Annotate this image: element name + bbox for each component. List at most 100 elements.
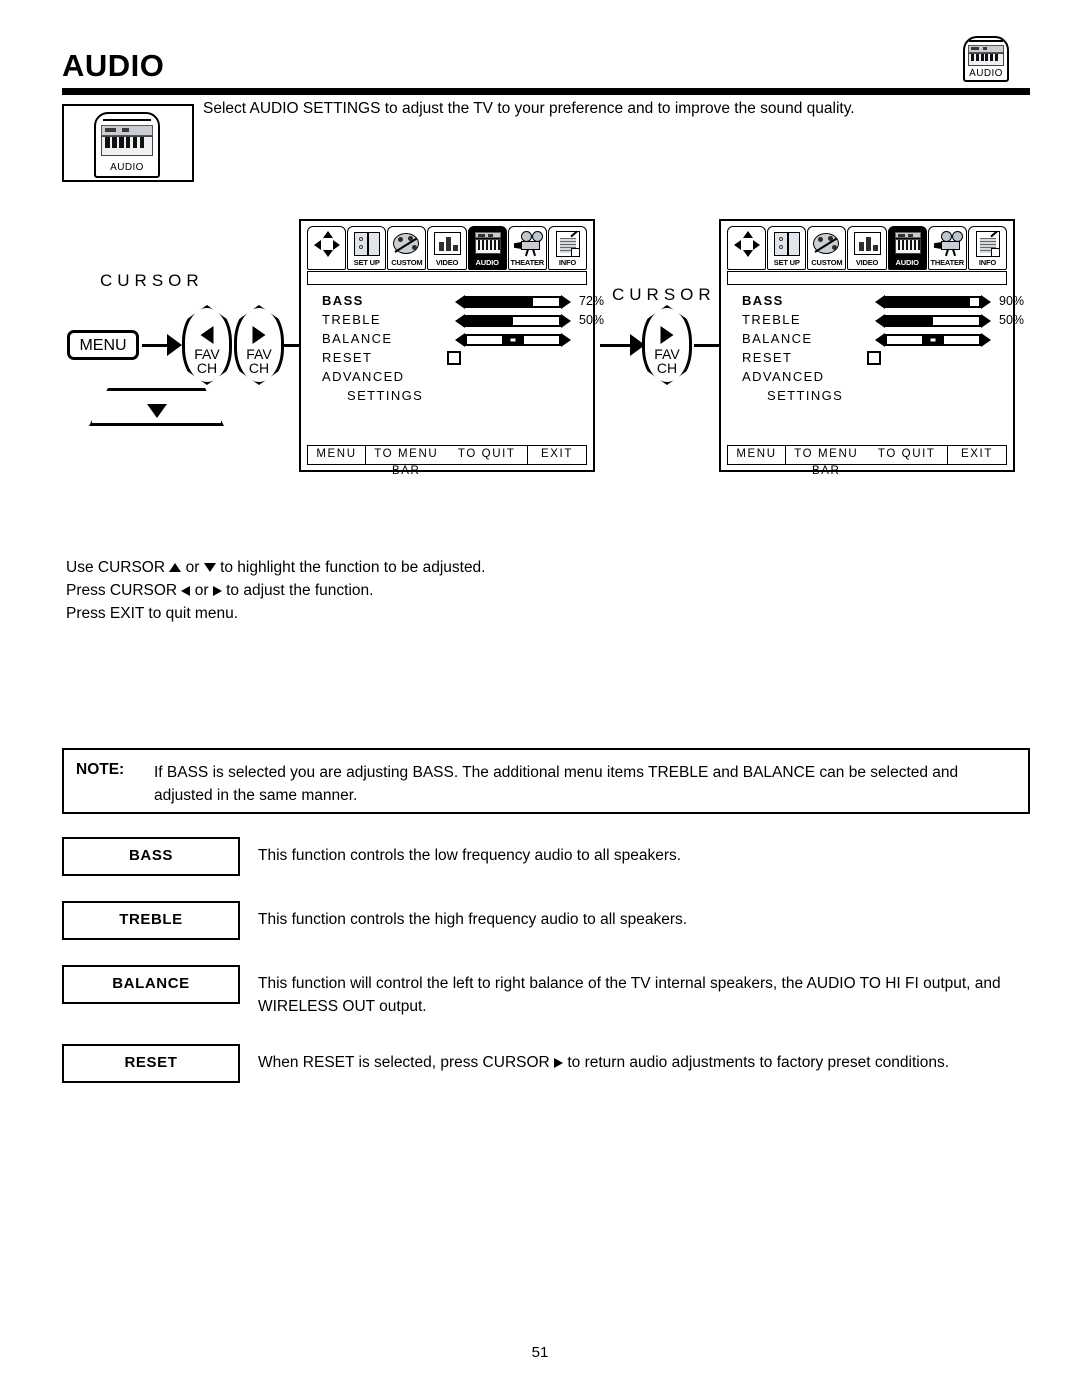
page-number: 51 [531, 1344, 549, 1361]
tab-setup[interactable]: SET UP [767, 226, 807, 270]
tab-audio[interactable]: AUDIO [887, 226, 927, 270]
cursor-right-icon [554, 1057, 564, 1068]
instructions-block: Use CURSOR or to highlight the function … [66, 556, 486, 625]
reset-checkbox[interactable] [447, 351, 461, 365]
audio-icon-keys [101, 135, 153, 156]
row-label: TREBLE [322, 312, 381, 327]
cursor-down-icon [146, 404, 167, 418]
instruction-line-1: Use CURSOR or to highlight the function … [66, 559, 486, 576]
osd-row-balance[interactable]: BALANCE [727, 331, 1007, 350]
footer-menu[interactable]: MENU [308, 446, 366, 464]
tab-theater[interactable]: THEATER [507, 226, 547, 270]
slider-track [885, 296, 981, 308]
cursor-right-icon [212, 585, 222, 596]
footer-menu[interactable]: MENU [728, 446, 786, 464]
osd-row-bass[interactable]: BASS 72% [307, 293, 604, 312]
osd-row-reset[interactable]: RESET [307, 350, 587, 369]
tab-label: THEATER [510, 258, 545, 267]
instruction-line-2: Press CURSOR or to adjust the function. [66, 582, 374, 599]
audio-icon-keys [968, 52, 1004, 67]
definition-key: BALANCE [62, 965, 240, 1004]
audio-icon-screen [968, 45, 1004, 53]
definition-description: When RESET is selected, press CURSOR to … [258, 1054, 950, 1071]
cursor-left-button[interactable]: FAV CH [182, 305, 232, 385]
info-document-icon [969, 229, 1006, 258]
slider-left-arrow-icon [455, 314, 465, 328]
audio-icon-topbar [969, 40, 1003, 43]
tab-video[interactable]: VIDEO [427, 226, 467, 270]
treble-value: 50% [579, 313, 605, 327]
definition-description: This function will control the left to r… [258, 975, 1001, 1015]
cursor-right-icon [660, 326, 674, 344]
osd-row-treble[interactable]: TREBLE 50% [727, 312, 1024, 331]
tab-info[interactable]: INFO [547, 226, 587, 270]
footer-exit[interactable]: EXIT [528, 446, 586, 464]
note-text: If BASS is selected you are adjusting BA… [154, 764, 959, 804]
intro-audio-icon-box: AUDIO [62, 104, 194, 182]
footer-to-quit: TO QUIT [457, 448, 516, 460]
cursor-right-button[interactable]: FAV CH [234, 305, 284, 385]
balance-slider[interactable] [455, 333, 571, 347]
tab-theater[interactable]: THEATER [927, 226, 967, 270]
cursor-right-step-diagram: FAV CH [600, 268, 737, 428]
setup-icon [348, 229, 385, 258]
corner-audio-icon: AUDIO [955, 36, 1017, 82]
balance-center-marker [921, 336, 945, 344]
osd-footer-right: MENU TO MENU BAR TO QUIT EXIT [727, 445, 1007, 477]
tab-label: AUDIO [895, 258, 919, 267]
osd-menu-bar: SET UP CUSTOM VIDEO AUDIO THEATER INFO [307, 226, 587, 270]
tab-label: INFO [558, 258, 576, 267]
tab-custom[interactable]: CUSTOM [387, 226, 427, 270]
tab-label: THEATER [930, 258, 965, 267]
audio-keyboard-icon [469, 229, 506, 258]
tab-cursor-pad[interactable] [307, 226, 347, 270]
osd-row-bass[interactable]: BASS 90% [727, 293, 1024, 312]
balance-slider[interactable] [875, 333, 991, 347]
treble-slider[interactable] [455, 314, 571, 328]
slider-track [465, 315, 561, 327]
definition-description: This function controls the high frequenc… [258, 911, 688, 928]
tab-label: CUSTOM [391, 258, 423, 267]
page-title: AUDIO [62, 48, 165, 83]
osd-row-advanced-settings[interactable]: SETTINGS [307, 388, 587, 407]
bass-slider[interactable] [455, 295, 571, 309]
bass-slider[interactable] [875, 295, 991, 309]
cursor-pad-icon [308, 229, 345, 258]
tab-label [308, 257, 345, 269]
tab-label: VIDEO [435, 258, 459, 267]
slider-track [465, 334, 561, 346]
ch-label: CH [656, 360, 678, 376]
slider-fill [887, 317, 933, 325]
osd-row-reset[interactable]: RESET [727, 350, 1007, 369]
tab-setup[interactable]: SET UP [347, 226, 387, 270]
osd-row-treble[interactable]: TREBLE 50% [307, 312, 604, 331]
slider-fill [467, 298, 534, 306]
treble-slider[interactable] [875, 314, 991, 328]
tab-video[interactable]: VIDEO [847, 226, 887, 270]
slider-track [465, 296, 561, 308]
note-box: NOTE: If BASS is selected you are adjust… [62, 748, 1030, 814]
cursor-left-icon [200, 326, 214, 344]
osd-row-advanced[interactable]: ADVANCED [307, 369, 587, 388]
cursor-up-icon [169, 563, 182, 573]
footer-exit[interactable]: EXIT [948, 446, 1006, 464]
osd-row-balance[interactable]: BALANCE [307, 331, 587, 350]
remote-control-diagram: MENU FAV CH FAV CH [62, 268, 361, 428]
tab-audio[interactable]: AUDIO [467, 226, 507, 270]
ch-label: CH [196, 360, 218, 376]
intro-description: Select AUDIO SETTINGS to adjust the TV t… [203, 100, 855, 117]
tab-info[interactable]: INFO [967, 226, 1007, 270]
info-document-icon [549, 229, 586, 258]
custom-palette-icon [388, 229, 425, 258]
cursor-down-button[interactable] [89, 388, 224, 426]
osd-row-advanced[interactable]: ADVANCED [727, 369, 1007, 388]
row-label: ADVANCED [742, 369, 825, 384]
tab-custom[interactable]: CUSTOM [807, 226, 847, 270]
reset-checkbox[interactable] [867, 351, 881, 365]
osd-submenu-strip [307, 271, 587, 285]
footer-to-menu-bar: TO MENU BAR [794, 448, 859, 477]
osd-row-advanced-settings[interactable]: SETTINGS [727, 388, 1007, 407]
menu-button[interactable]: MENU [67, 330, 139, 360]
cursor-right-button[interactable]: FAV CH [642, 305, 692, 385]
tab-cursor-pad[interactable] [727, 226, 767, 270]
